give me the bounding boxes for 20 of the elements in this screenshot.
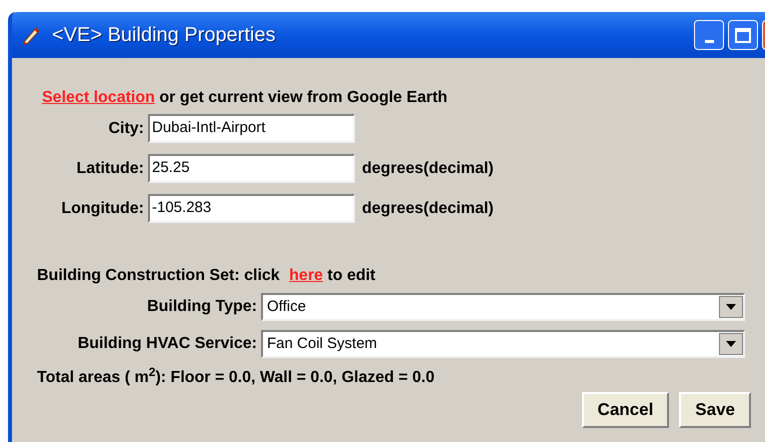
select-label: Building Type:: [146, 297, 258, 317]
dropdown[interactable]: Fan Coil System: [261, 330, 745, 358]
field-label: Longitude:: [60, 198, 145, 218]
construction-instruction: Building Construction Set: click here to edit: [37, 266, 376, 286]
dialog-button[interactable]: Save: [679, 392, 751, 428]
text-field[interactable]: 25.25: [148, 154, 355, 183]
field-label: Latitude:: [75, 158, 145, 178]
select-label: Building HVAC Service:: [76, 334, 258, 354]
unit-label: degrees(decimal): [362, 158, 494, 178]
unit-label: degrees(decimal): [362, 198, 494, 218]
minimize-button[interactable]: [694, 20, 724, 50]
total-areas-text: Total areas ( m$^{2}$): Floor = 0.0, Wall = 0.0, Glazed = 0.0: [37, 366, 436, 388]
text-field[interactable]: -105.283: [148, 194, 355, 223]
window-title: <VE> Building Properties: [52, 23, 276, 48]
dropdown[interactable]: Office: [261, 293, 745, 321]
location-instruction: Select location or get current view from Google Earth: [42, 88, 448, 108]
field-label: City:: [107, 118, 145, 138]
maximize-button[interactable]: [728, 20, 758, 50]
text-field[interactable]: Dubai-Intl-Airport: [148, 114, 355, 143]
dialog-button[interactable]: Cancel: [582, 392, 670, 428]
